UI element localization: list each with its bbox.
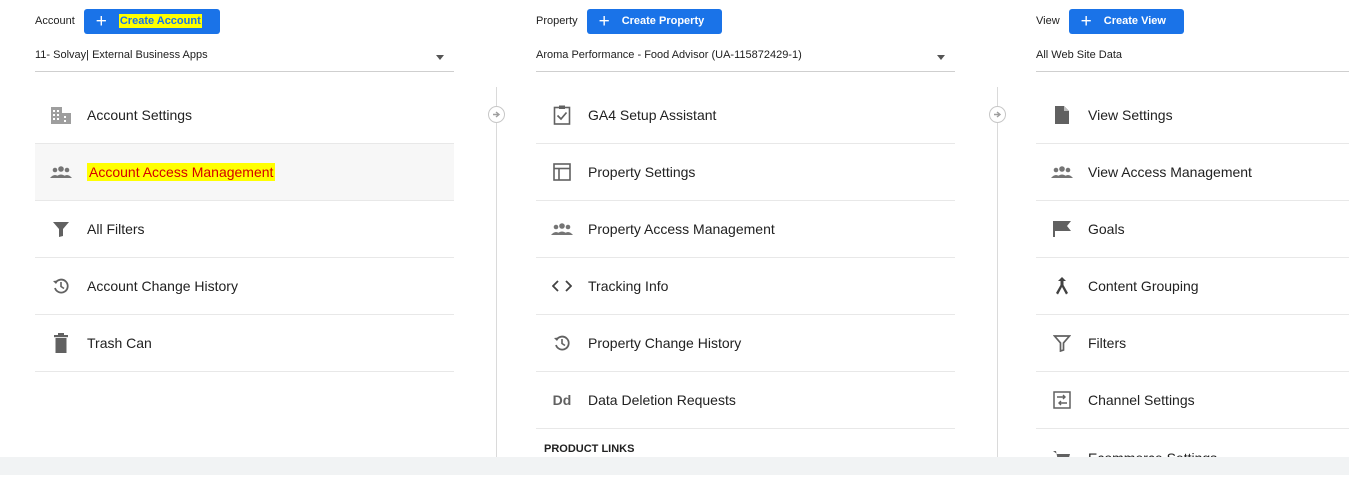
merge-icon xyxy=(1050,274,1074,298)
history-icon xyxy=(49,274,73,298)
property-access-management-label: Property Access Management xyxy=(588,221,775,237)
filter-outline-icon xyxy=(1050,331,1074,355)
filter-icon xyxy=(49,217,73,241)
create-property-label: Create Property xyxy=(621,15,705,27)
document-icon xyxy=(1050,103,1074,127)
account-menu: Account Settings Account Access Manageme… xyxy=(35,87,454,372)
channel-settings-icon xyxy=(1050,388,1074,412)
column-divider xyxy=(496,87,497,467)
people-icon xyxy=(1050,160,1074,184)
people-icon xyxy=(49,160,73,184)
account-change-history-item[interactable]: Account Change History xyxy=(35,258,454,315)
create-property-button[interactable]: + Create Property xyxy=(586,8,723,34)
property-settings-label: Property Settings xyxy=(588,164,696,180)
bottom-bar xyxy=(0,457,1349,475)
flag-icon xyxy=(1050,217,1074,241)
filters-item[interactable]: Filters xyxy=(1036,315,1349,372)
data-deletion-requests-item[interactable]: Dd Data Deletion Requests xyxy=(536,372,955,429)
account-settings-label: Account Settings xyxy=(87,107,193,123)
clipboard-check-icon xyxy=(550,103,574,127)
dropdown-caret-icon xyxy=(436,55,444,60)
column-divider xyxy=(997,87,998,467)
view-access-management-item[interactable]: View Access Management xyxy=(1036,144,1349,201)
property-label: Property xyxy=(536,15,578,27)
channel-settings-item[interactable]: Channel Settings xyxy=(1036,372,1349,429)
goals-label: Goals xyxy=(1088,221,1125,237)
plus-icon: + xyxy=(1080,10,1092,32)
create-view-label: Create View xyxy=(1103,15,1166,27)
channel-settings-label: Channel Settings xyxy=(1088,392,1195,408)
account-access-management-item[interactable]: Account Access Management xyxy=(35,144,454,201)
view-label: View xyxy=(1036,15,1060,27)
account-picker-value: 11- Solvay| External Business Apps xyxy=(35,49,208,61)
view-header: View + Create View xyxy=(1036,8,1184,34)
content-grouping-label: Content Grouping xyxy=(1088,278,1199,294)
create-account-button[interactable]: + Create Account xyxy=(83,8,220,34)
content-grouping-item[interactable]: Content Grouping xyxy=(1036,258,1349,315)
trash-icon xyxy=(49,331,73,355)
data-deletion-icon: Dd xyxy=(552,392,572,408)
view-menu: View Settings View Access Management Goa… xyxy=(1036,87,1349,486)
ga4-setup-assistant-label: GA4 Setup Assistant xyxy=(588,107,717,123)
view-settings-item[interactable]: View Settings xyxy=(1036,87,1349,144)
account-access-management-label: Account Access Management xyxy=(87,163,276,181)
all-filters-item[interactable]: All Filters xyxy=(35,201,454,258)
people-icon xyxy=(550,217,574,241)
property-menu: GA4 Setup Assistant Property Settings Pr… xyxy=(536,87,955,455)
account-settings-item[interactable]: Account Settings xyxy=(35,87,454,144)
trash-can-item[interactable]: Trash Can xyxy=(35,315,454,372)
product-links-header: PRODUCT LINKS xyxy=(544,443,635,455)
property-change-history-item[interactable]: Property Change History xyxy=(536,315,955,372)
create-view-button[interactable]: + Create View xyxy=(1068,8,1184,34)
property-settings-item[interactable]: Property Settings xyxy=(536,144,955,201)
account-label: Account xyxy=(35,15,75,27)
arrow-right-icon[interactable] xyxy=(488,106,505,123)
property-change-history-label: Property Change History xyxy=(588,335,742,351)
code-icon xyxy=(550,274,574,298)
view-access-management-label: View Access Management xyxy=(1088,164,1252,180)
dropdown-caret-icon xyxy=(937,55,945,60)
account-header: Account + Create Account xyxy=(35,8,220,34)
all-filters-label: All Filters xyxy=(87,221,145,237)
account-change-history-label: Account Change History xyxy=(87,278,238,294)
view-settings-label: View Settings xyxy=(1088,107,1173,123)
filters-label: Filters xyxy=(1088,335,1127,351)
plus-icon: + xyxy=(95,10,107,32)
arrow-right-icon[interactable] xyxy=(989,106,1006,123)
goals-item[interactable]: Goals xyxy=(1036,201,1349,258)
create-account-label: Create Account xyxy=(118,14,202,28)
trash-can-label: Trash Can xyxy=(87,335,152,351)
property-picker-value: Aroma Performance - Food Advisor (UA-115… xyxy=(536,49,802,61)
view-picker[interactable]: All Web Site Data xyxy=(1036,40,1349,72)
view-picker-value: All Web Site Data xyxy=(1036,49,1123,61)
history-icon xyxy=(550,331,574,355)
property-picker[interactable]: Aroma Performance - Food Advisor (UA-115… xyxy=(536,40,955,72)
ga4-setup-assistant-item[interactable]: GA4 Setup Assistant xyxy=(536,87,955,144)
building-icon xyxy=(49,103,73,127)
layout-icon xyxy=(550,160,574,184)
property-access-management-item[interactable]: Property Access Management xyxy=(536,201,955,258)
property-header: Property + Create Property xyxy=(536,8,723,34)
tracking-info-label: Tracking Info xyxy=(588,278,669,294)
plus-icon: + xyxy=(598,10,610,32)
account-picker[interactable]: 11- Solvay| External Business Apps xyxy=(35,40,454,72)
data-deletion-requests-label: Data Deletion Requests xyxy=(588,392,736,408)
tracking-info-item[interactable]: Tracking Info xyxy=(536,258,955,315)
